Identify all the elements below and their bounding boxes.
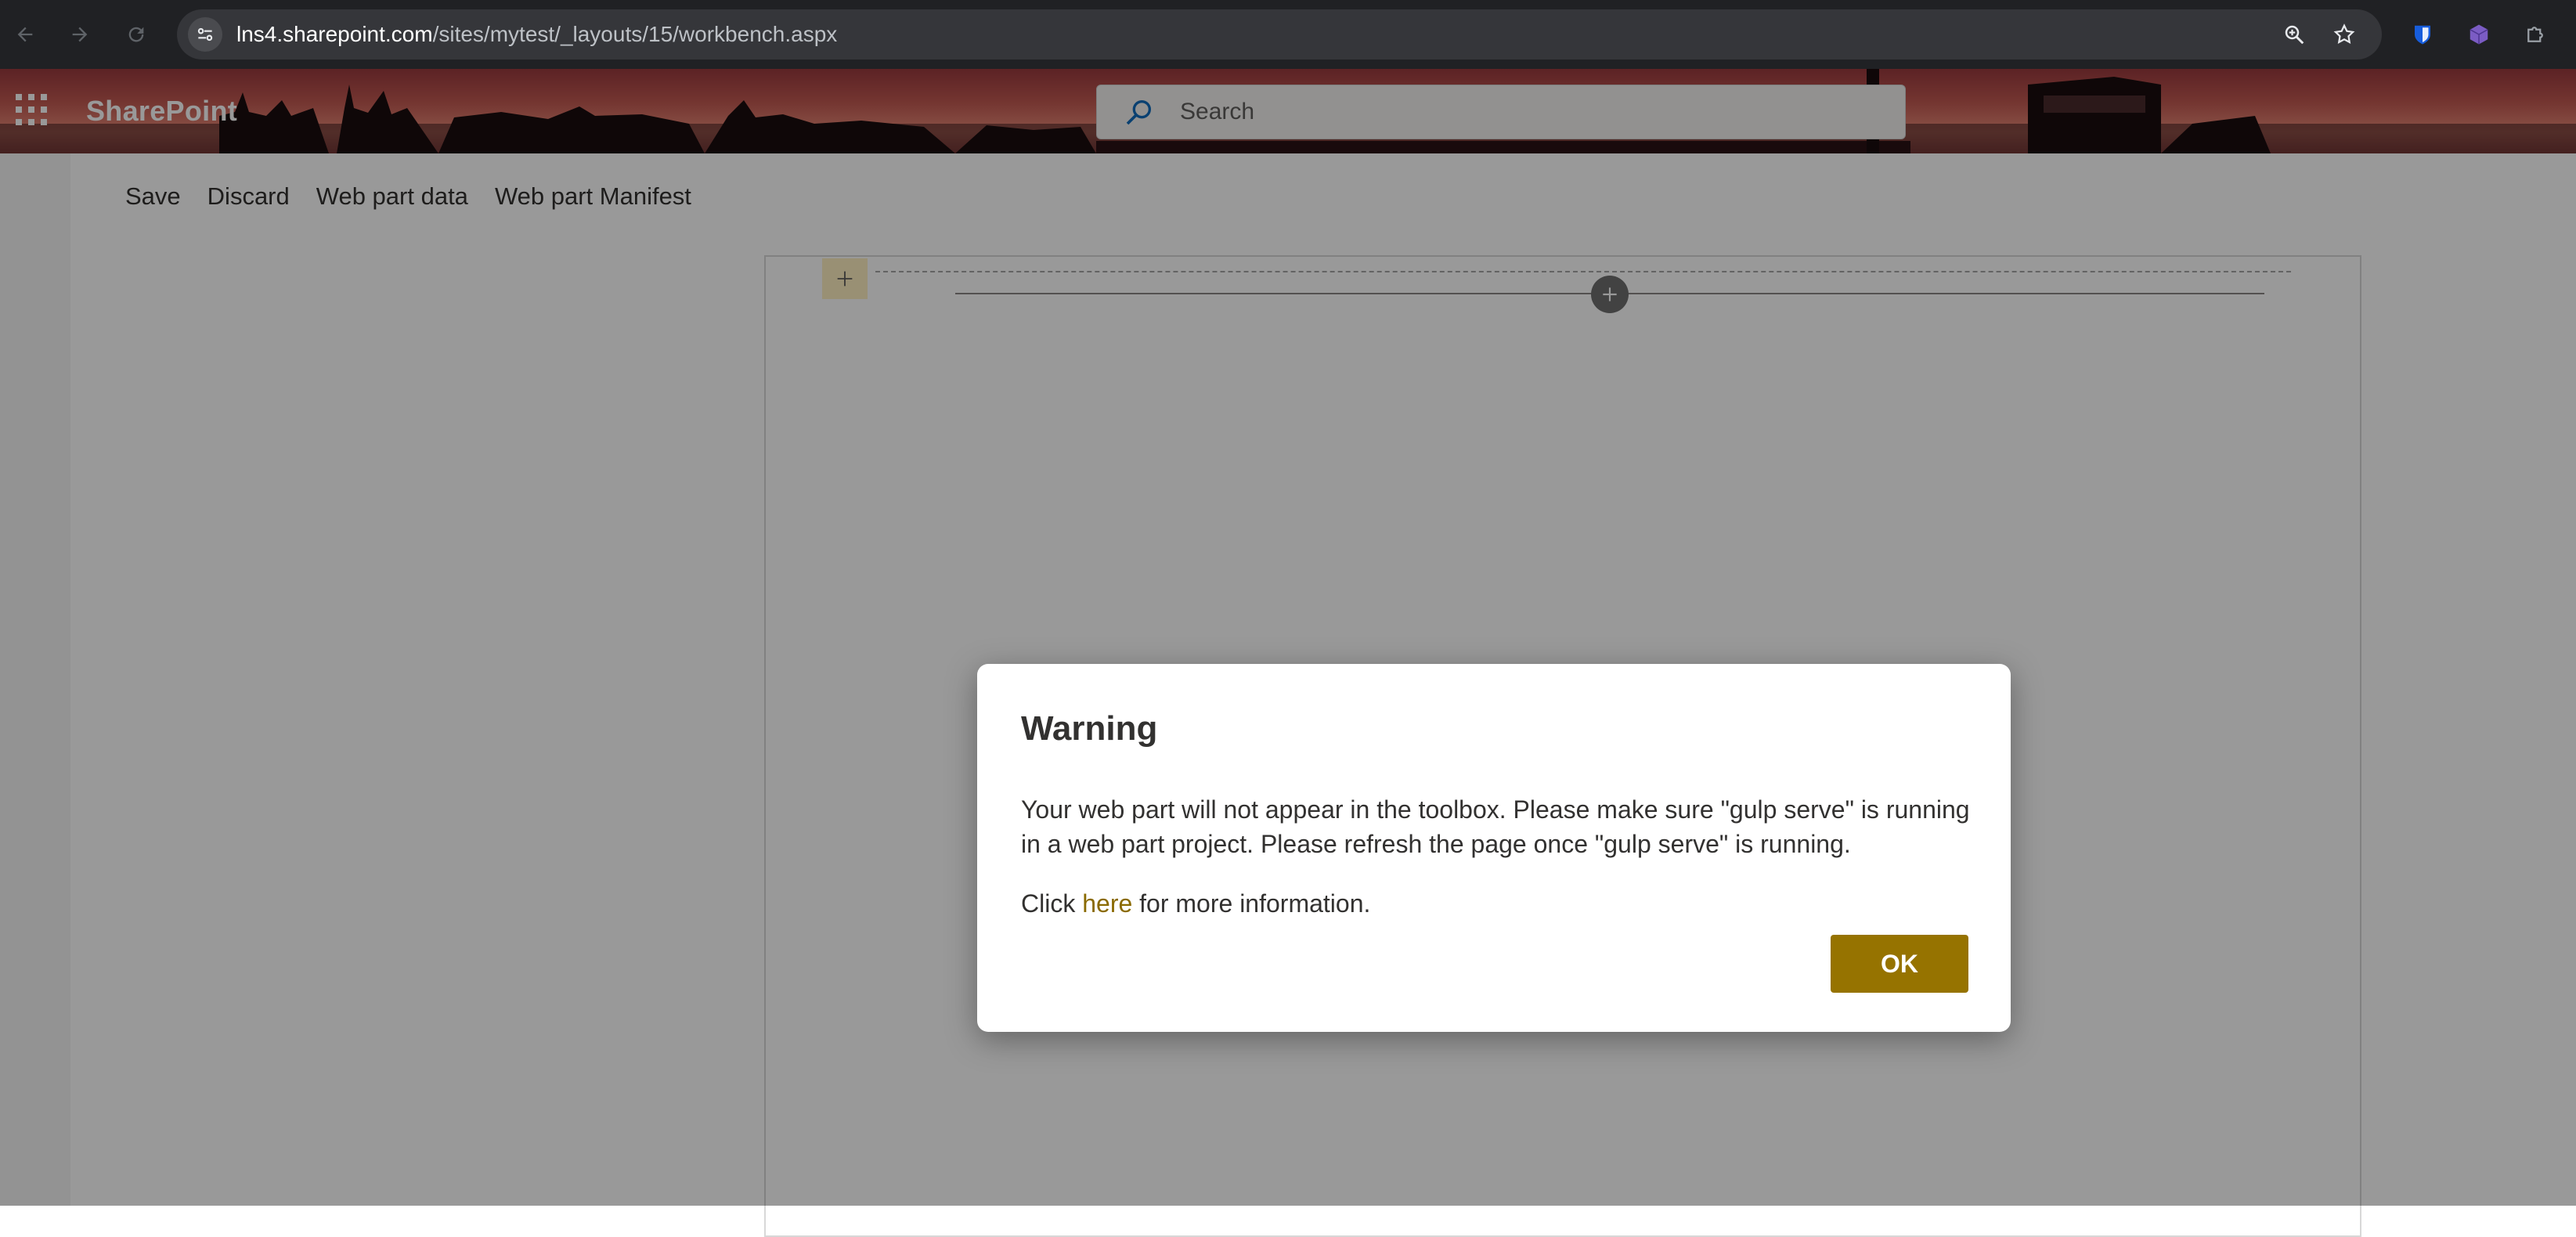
info-suffix: for more information. bbox=[1132, 889, 1371, 918]
url-path: /sites/mytest/_layouts/15/workbench.aspx bbox=[432, 22, 838, 46]
url-text: lns4.sharepoint.com/sites/mytest/_layout… bbox=[236, 9, 837, 60]
url-host: lns4.sharepoint.com bbox=[236, 22, 433, 46]
address-bar[interactable]: lns4.sharepoint.com/sites/mytest/_layout… bbox=[177, 9, 2382, 60]
more-info-link[interactable]: here bbox=[1082, 889, 1132, 918]
info-prefix: Click bbox=[1021, 889, 1083, 918]
reload-icon[interactable] bbox=[119, 17, 153, 52]
modal-overlay[interactable] bbox=[0, 69, 2576, 1206]
dialog-message: Your web part will not appear in the too… bbox=[1021, 795, 1970, 858]
dialog-title: Warning bbox=[1021, 709, 1158, 748]
bookmark-star-icon[interactable] bbox=[2327, 17, 2361, 52]
zoom-icon[interactable] bbox=[2277, 17, 2311, 52]
browser-toolbar: lns4.sharepoint.com/sites/mytest/_layout… bbox=[0, 0, 2576, 69]
forward-icon[interactable] bbox=[63, 17, 97, 52]
extensions-puzzle-icon[interactable] bbox=[2518, 17, 2553, 52]
bitwarden-extension-icon[interactable] bbox=[2405, 17, 2440, 52]
dialog-info: Click here for more information. bbox=[1021, 886, 1370, 921]
site-settings-icon[interactable] bbox=[188, 17, 222, 52]
ok-button[interactable]: OK bbox=[1831, 935, 1968, 993]
back-icon[interactable] bbox=[8, 17, 42, 52]
cube-extension-icon[interactable] bbox=[2462, 17, 2496, 52]
warning-dialog: Warning Your web part will not appear in… bbox=[977, 664, 2011, 1032]
